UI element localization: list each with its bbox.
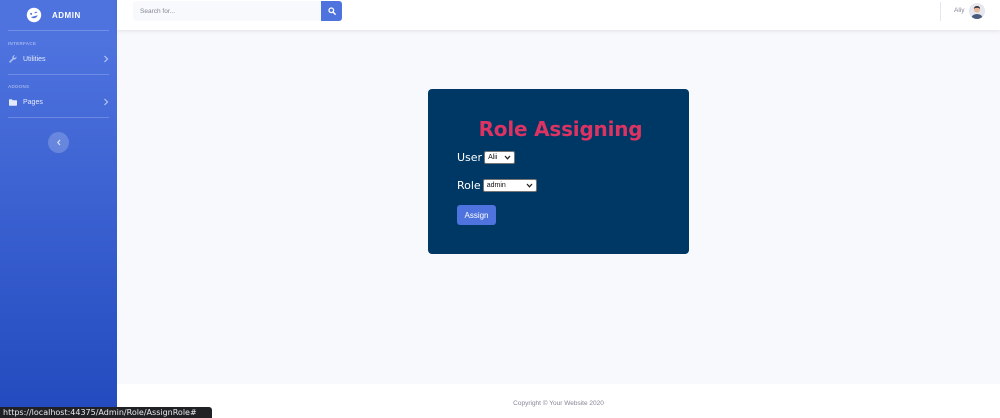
sidebar-item-utilities[interactable]: Utilities <box>0 48 117 70</box>
sidebar-divider <box>8 30 109 31</box>
role-select-value: admin <box>486 182 506 189</box>
role-label: Role <box>457 179 481 192</box>
sidebar-heading-addons: ADDONS <box>8 84 30 89</box>
copyright-text: Copyright © Your Website 2020 <box>513 400 604 407</box>
user-label: User <box>457 151 483 164</box>
chevron-down-icon <box>526 183 533 188</box>
chevron-right-icon <box>104 98 109 106</box>
sidebar-item-label: Pages <box>23 98 43 106</box>
topbar: Aliy <box>117 0 1000 30</box>
sidebar-divider <box>8 117 109 118</box>
role-field: Role admin <box>457 179 660 192</box>
sidebar-toggle-button[interactable] <box>48 132 69 153</box>
page-title: Role Assigning <box>478 117 643 141</box>
sidebar-item-pages[interactable]: Pages <box>0 91 117 113</box>
search-input[interactable] <box>133 1 321 21</box>
laugh-wink-icon <box>26 7 42 23</box>
sidebar-item-label: Utilities <box>23 55 46 63</box>
user-select-value: Alii <box>488 154 498 161</box>
chevron-left-icon <box>56 139 60 146</box>
chevron-down-icon <box>504 155 511 160</box>
user-field: User Alii <box>457 151 660 164</box>
sidebar-divider <box>8 74 109 75</box>
sidebar-brand[interactable]: ADMIN <box>0 0 117 30</box>
footer: Copyright © Your Website 2020 <box>117 384 1000 418</box>
role-select[interactable]: admin <box>482 179 537 192</box>
user-select[interactable]: Alii <box>484 151 516 164</box>
chevron-right-icon <box>104 55 109 63</box>
role-assigning-card: Role Assigning User Alii Role admin Assi… <box>428 89 689 254</box>
link-status-bar: https://localhost:44375/Admin/Role/Assig… <box>0 407 212 418</box>
brand-text: ADMIN <box>52 10 81 20</box>
search-icon <box>327 7 336 15</box>
user-name[interactable]: Aliy <box>954 7 964 14</box>
topbar-divider <box>940 2 941 21</box>
search-button[interactable] <box>321 1 342 21</box>
assign-button[interactable]: Assign <box>457 205 496 225</box>
wrench-icon <box>8 54 18 64</box>
sidebar: ADMIN INTERFACE Utilities ADDONS Pages <box>0 0 117 418</box>
sidebar-heading-interface: INTERFACE <box>8 41 37 46</box>
user-avatar[interactable] <box>969 3 985 19</box>
folder-icon <box>8 97 18 107</box>
